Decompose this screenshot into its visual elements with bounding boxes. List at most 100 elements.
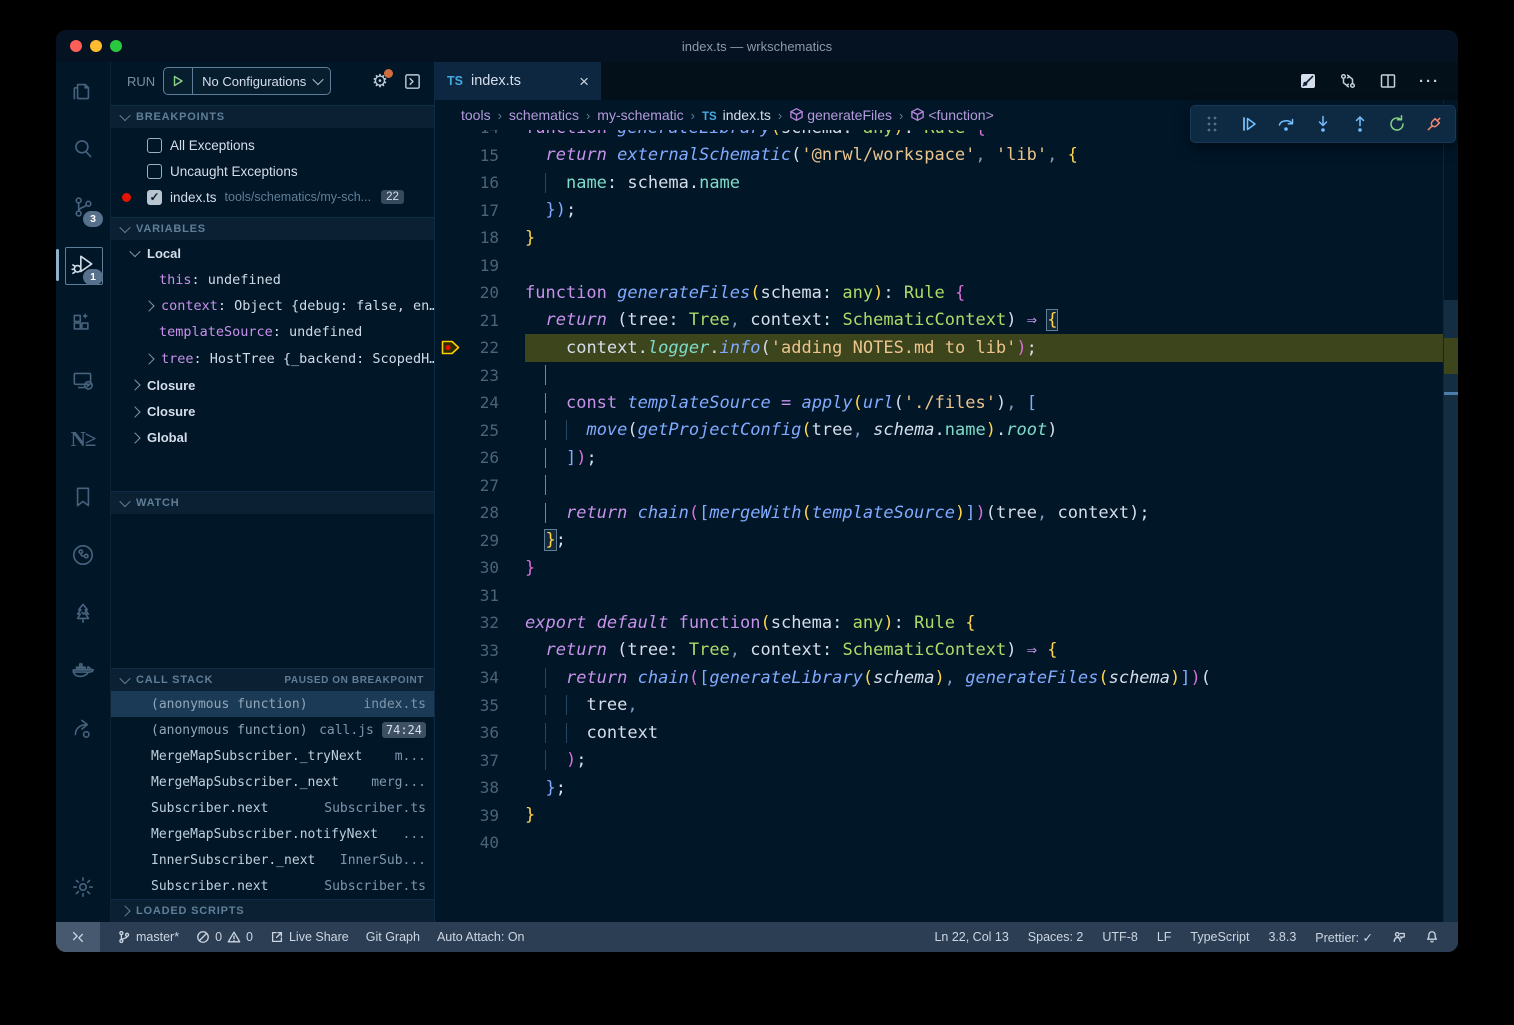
breadcrumb-item-file[interactable]: TS index.ts [702, 107, 771, 123]
git-branch-status[interactable]: master* [117, 930, 179, 944]
code-line[interactable]: 37 ); [435, 747, 1444, 775]
gutter[interactable] [435, 417, 465, 445]
sidebar-item-run-debug[interactable]: 1 [56, 236, 110, 294]
gutter[interactable] [435, 444, 465, 472]
code-line[interactable]: 29 }; [435, 527, 1444, 555]
step-into-button[interactable] [1308, 109, 1338, 139]
breakpoints-section-header[interactable]: BREAKPOINTS [111, 105, 434, 128]
sidebar-item-docker[interactable] [56, 642, 110, 700]
gutter[interactable] [435, 774, 465, 802]
zoom-window-icon[interactable] [110, 40, 122, 52]
gutter[interactable] [435, 279, 465, 307]
gutter[interactable] [435, 499, 465, 527]
compare-changes-icon[interactable] [1339, 72, 1357, 90]
gutter[interactable] [435, 829, 465, 857]
prettier-status[interactable]: Prettier: ✓ [1315, 930, 1373, 945]
breadcrumb-item[interactable]: schematics [509, 107, 579, 123]
call-stack-frame[interactable]: (anonymous function)index.ts [111, 691, 434, 717]
git-graph-status[interactable]: Git Graph [366, 930, 420, 944]
call-stack-frame[interactable]: Subscriber.nextSubscriber.ts [111, 795, 434, 821]
variables-section-header[interactable]: VARIABLES [111, 217, 434, 240]
code-line[interactable]: 40 [435, 829, 1444, 857]
breadcrumb-item-symbol[interactable]: <function> [910, 107, 993, 123]
sidebar-item-search[interactable] [56, 120, 110, 178]
live-share-status[interactable]: Live Share [270, 930, 349, 944]
more-actions-icon[interactable]: ··· [1419, 73, 1440, 90]
chevron-right-icon[interactable] [129, 406, 140, 417]
sidebar-item-git-graph[interactable] [56, 526, 110, 584]
indentation-status[interactable]: Spaces: 2 [1028, 930, 1084, 944]
sidebar-item-extensions[interactable] [56, 294, 110, 352]
debug-console-button[interactable] [400, 69, 424, 93]
gutter[interactable] [435, 554, 465, 582]
variable-row[interactable]: templateSource: undefined [111, 319, 434, 345]
code-line[interactable]: 24 const templateSource = apply(url('./f… [435, 389, 1444, 417]
call-stack-frame[interactable]: InnerSubscriber._nextInnerSub... [111, 847, 434, 873]
code-line[interactable]: 16 name: schema.name [435, 169, 1444, 197]
gutter[interactable] [435, 609, 465, 637]
variable-scope-row[interactable]: Closure [111, 398, 434, 424]
gutter[interactable] [435, 389, 465, 417]
gutter[interactable] [435, 719, 465, 747]
variable-row[interactable]: tree: HostTree {_backend: ScopedH… [111, 346, 434, 372]
gutter[interactable] [435, 472, 465, 500]
sidebar-item-todo-tree[interactable] [56, 584, 110, 642]
gutter[interactable] [435, 197, 465, 225]
auto-attach-status[interactable]: Auto Attach: On [437, 930, 525, 944]
code-line[interactable]: 30} [435, 554, 1444, 582]
call-stack-frame[interactable]: MergeMapSubscriber._tryNextm... [111, 743, 434, 769]
close-tab-icon[interactable]: × [579, 73, 589, 90]
continue-button[interactable] [1234, 109, 1264, 139]
loaded-scripts-section-header[interactable]: LOADED SCRIPTS [111, 899, 434, 922]
language-status[interactable]: TypeScript [1190, 930, 1249, 944]
call-stack-frame[interactable]: MergeMapSubscriber._nextmerg... [111, 769, 434, 795]
feedback-button[interactable] [1392, 930, 1406, 944]
chevron-right-icon[interactable] [143, 300, 154, 311]
chevron-down-icon[interactable] [129, 246, 140, 257]
breadcrumb-item[interactable]: my-schematic [597, 107, 683, 123]
start-debug-button[interactable] [164, 68, 193, 94]
breadcrumb-item[interactable]: tools [461, 107, 491, 123]
split-editor-icon[interactable] [1379, 72, 1397, 90]
sidebar-item-nx-console[interactable]: N≥ [56, 410, 110, 468]
sidebar-item-remote-explorer[interactable] [56, 352, 110, 410]
tab-index-ts[interactable]: TS index.ts × [435, 62, 601, 100]
gutter[interactable] [435, 802, 465, 830]
code-line[interactable]: 39} [435, 802, 1444, 830]
code-line[interactable]: 18} [435, 224, 1444, 252]
variable-row[interactable]: this: undefined [111, 266, 434, 292]
close-window-icon[interactable] [70, 40, 82, 52]
gutter[interactable] [435, 224, 465, 252]
eol-status[interactable]: LF [1157, 930, 1172, 944]
code-line[interactable]: 31 [435, 582, 1444, 610]
gutter[interactable] [435, 252, 465, 280]
code-line[interactable]: 33 return (tree: Tree, context: Schemati… [435, 637, 1444, 665]
manage-button[interactable] [56, 858, 110, 916]
gutter[interactable] [435, 664, 465, 692]
configure-gear-button[interactable]: ⚙ [368, 69, 392, 93]
code-line[interactable]: 17 }); [435, 197, 1444, 225]
gutter[interactable] [435, 527, 465, 555]
remote-indicator[interactable] [56, 922, 100, 952]
gutter[interactable] [435, 307, 465, 335]
sidebar-item-source-control[interactable]: 3 [56, 178, 110, 236]
code-editor[interactable]: 14function generateLibrary(schema: any):… [435, 100, 1444, 922]
gutter[interactable] [435, 637, 465, 665]
toolbar-drag-handle[interactable] [1197, 109, 1227, 139]
sidebar-item-live-share[interactable] [56, 700, 110, 758]
variable-scope-row[interactable]: Closure [111, 372, 434, 398]
variable-scope-row[interactable]: Global [111, 425, 434, 451]
code-line[interactable]: 32export default function(schema: any): … [435, 609, 1444, 637]
step-over-button[interactable] [1271, 109, 1301, 139]
editor-scrollbar[interactable] [1443, 100, 1458, 922]
breakpoint-index-ts[interactable]: ✓ index.ts tools/schematics/my-sch... 22 [111, 184, 434, 210]
open-changes-icon[interactable] [1299, 72, 1317, 90]
checkbox-unchecked[interactable] [147, 164, 162, 179]
code-line[interactable]: 36 context [435, 719, 1444, 747]
call-stack-frame[interactable]: Subscriber.nextSubscriber.ts [111, 873, 434, 899]
code-line[interactable]: 25 move(getProjectConfig(tree, schema.na… [435, 417, 1444, 445]
chevron-right-icon[interactable] [129, 379, 140, 390]
gutter[interactable] [435, 747, 465, 775]
code-line[interactable]: 21 return (tree: Tree, context: Schemati… [435, 307, 1444, 335]
gutter[interactable] [435, 334, 465, 362]
